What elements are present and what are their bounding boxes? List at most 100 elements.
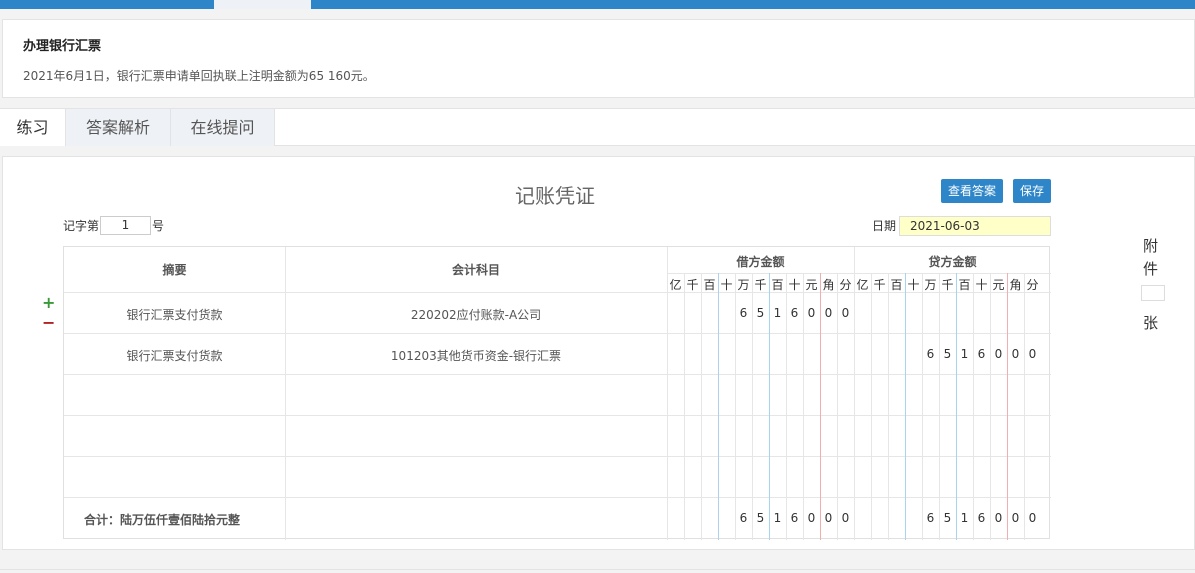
column-header-credit: 贷方金额 — [928, 255, 977, 269]
total-credit-digit[interactable]: 0 — [1007, 511, 1024, 525]
column-header-summary: 摘要 — [162, 263, 187, 277]
credit-unit-label: 十 — [975, 278, 988, 292]
debit-unit-label: 万 — [737, 278, 750, 292]
debit-unit-label: 十 — [720, 278, 733, 292]
debit-unit-label: 百 — [703, 278, 716, 292]
debit-unit-label: 百 — [771, 278, 784, 292]
row-1-debit-digit[interactable]: 1 — [769, 306, 786, 320]
column-header-account: 会计科目 — [451, 263, 500, 277]
row-1-debit-digit[interactable]: 0 — [803, 306, 820, 320]
task-title: 办理银行汇票 — [23, 39, 102, 54]
credit-unit-label: 千 — [941, 278, 954, 292]
digit-divider — [905, 273, 906, 540]
row-divider — [64, 415, 1051, 416]
total-credit-digit[interactable]: 0 — [990, 511, 1007, 525]
tab-bar: 练习 答案解析 在线提问 — [0, 108, 1195, 146]
row-2-credit-digit[interactable]: 0 — [1024, 347, 1041, 361]
total-label: 合计：陆万伍仟壹佰陆拾元整 — [84, 513, 241, 527]
debit-unit-label: 亿 — [669, 278, 682, 292]
row-2-summary[interactable]: 银行汇票支付货款 — [64, 347, 285, 364]
digit-divider — [922, 273, 923, 540]
column-divider — [285, 247, 286, 540]
credit-unit-label: 万 — [924, 278, 937, 292]
row-1-summary[interactable]: 银行汇票支付货款 — [64, 306, 285, 323]
save-button[interactable]: 保存 — [1013, 179, 1051, 203]
total-debit-digit[interactable]: 6 — [735, 511, 752, 525]
total-debit-digit[interactable]: 5 — [752, 511, 769, 525]
row-2-credit-digit[interactable]: 1 — [956, 347, 973, 361]
row-1-debit-digit[interactable]: 0 — [820, 306, 837, 320]
task-description: 2021年6月1日，银行汇票申请单回执联上注明金额为65 160元。 — [23, 69, 375, 83]
task-card: 办理银行汇票 2021年6月1日，银行汇票申请单回执联上注明金额为65 160元… — [2, 19, 1195, 98]
row-divider — [64, 497, 1051, 498]
digit-divider — [701, 273, 702, 540]
bottom-divider — [0, 569, 1195, 570]
row-1-debit-digit[interactable]: 6 — [786, 306, 803, 320]
digit-divider — [956, 273, 957, 540]
row-2-credit-digit[interactable]: 6 — [922, 347, 939, 361]
attachment-label-2: 件 — [1143, 260, 1159, 278]
credit-unit-label: 角 — [1009, 278, 1022, 292]
row-1-debit-digit[interactable]: 5 — [752, 306, 769, 320]
digit-divider — [990, 273, 991, 540]
voucher-title: 记账凭证 — [515, 184, 595, 208]
total-credit-digit[interactable]: 1 — [956, 511, 973, 525]
attachment-label-1: 附 — [1143, 237, 1159, 255]
row-2-credit-digit[interactable]: 0 — [990, 347, 1007, 361]
add-row-icon[interactable]: + — [42, 293, 55, 312]
row-2-account[interactable]: 101203其他货币资金-银行汇票 — [285, 347, 667, 364]
date-input[interactable]: 2021-06-03 — [899, 216, 1051, 236]
digit-divider — [718, 273, 719, 540]
digit-divider — [1024, 273, 1025, 540]
digit-divider — [871, 273, 872, 540]
total-credit-digit[interactable]: 5 — [939, 511, 956, 525]
date-label: 日期 — [872, 219, 897, 233]
top-nav-active-tab[interactable] — [214, 0, 311, 9]
attachment-count-input[interactable] — [1141, 285, 1165, 301]
total-credit-digit[interactable]: 6 — [973, 511, 990, 525]
digit-divider — [888, 273, 889, 540]
total-debit-digit[interactable]: 0 — [820, 511, 837, 525]
attachment-label-3: 张 — [1143, 314, 1159, 332]
total-debit-digit[interactable]: 0 — [803, 511, 820, 525]
debit-unit-label: 千 — [686, 278, 699, 292]
row-1-debit-digit[interactable]: 6 — [735, 306, 752, 320]
voucher-number-suffix: 号 — [152, 219, 165, 233]
total-credit-digit[interactable]: 6 — [922, 511, 939, 525]
digit-divider — [1007, 273, 1008, 540]
tab-online-question[interactable]: 在线提问 — [170, 109, 275, 146]
total-credit-digit[interactable]: 0 — [1024, 511, 1041, 525]
credit-unit-label: 分 — [1026, 278, 1039, 292]
tab-practice[interactable]: 练习 — [0, 109, 65, 146]
credit-unit-label: 元 — [992, 278, 1005, 292]
voucher-table: 摘要 会计科目 借方金额 贷方金额 银行汇票支付货款 220202应付账款-A公… — [63, 246, 1051, 540]
row-divider — [64, 456, 1051, 457]
digit-divider — [684, 273, 685, 540]
total-debit-digit[interactable]: 6 — [786, 511, 803, 525]
voucher-number-input[interactable]: 1 — [100, 216, 151, 235]
credit-unit-label: 亿 — [856, 278, 869, 292]
view-answer-button[interactable]: 查看答案 — [941, 179, 1003, 203]
row-divider — [64, 333, 1051, 334]
row-1-debit-digit[interactable]: 0 — [837, 306, 854, 320]
debit-unit-label: 元 — [805, 278, 818, 292]
debit-unit-label: 角 — [822, 278, 835, 292]
tab-answer-analysis[interactable]: 答案解析 — [65, 109, 170, 146]
row-2-credit-digit[interactable]: 0 — [1007, 347, 1024, 361]
row-2-credit-digit[interactable]: 6 — [973, 347, 990, 361]
remove-row-icon[interactable]: − — [42, 313, 55, 332]
column-header-debit: 借方金额 — [736, 255, 785, 269]
top-nav-bar — [0, 0, 1195, 9]
row-2-credit-digit[interactable]: 5 — [939, 347, 956, 361]
row-divider — [64, 374, 1051, 375]
credit-unit-label: 百 — [958, 278, 971, 292]
total-debit-digit[interactable]: 0 — [837, 511, 854, 525]
credit-unit-label: 百 — [890, 278, 903, 292]
credit-unit-label: 十 — [907, 278, 920, 292]
row-1-account[interactable]: 220202应付账款-A公司 — [285, 306, 667, 323]
credit-unit-label: 千 — [873, 278, 886, 292]
digit-divider — [973, 273, 974, 540]
total-debit-digit[interactable]: 1 — [769, 511, 786, 525]
digit-divider — [939, 273, 940, 540]
header-sub-divider — [667, 273, 1051, 274]
